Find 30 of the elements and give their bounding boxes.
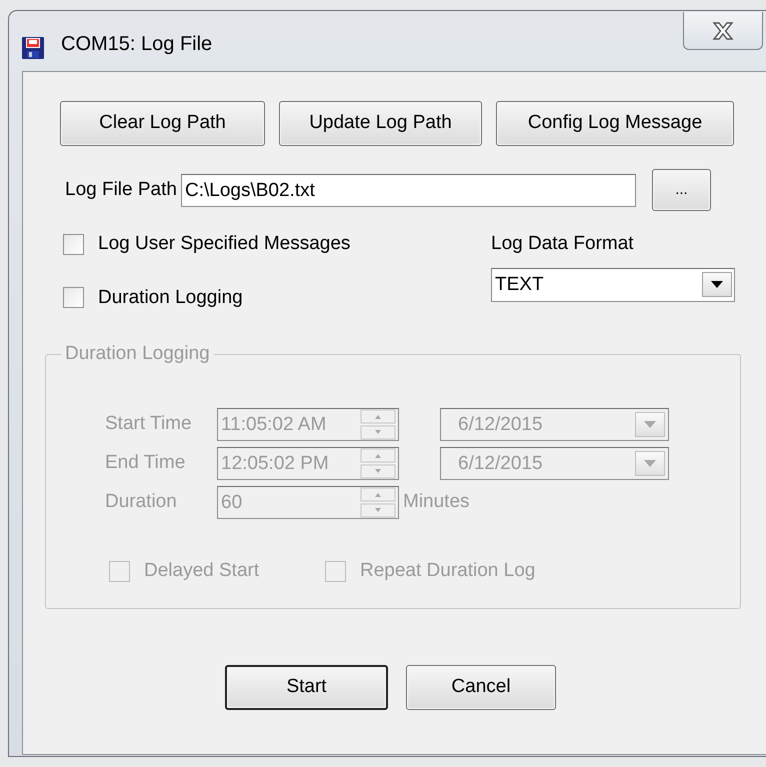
close-button[interactable] [683,12,763,50]
update-path-button[interactable]: Update Log Path [279,101,482,146]
spin-arrows-icon [360,409,396,440]
window-title: COM15: Log File [61,32,212,57]
field-label: Duration [105,490,178,514]
caret-icon [702,272,732,297]
caret-icon [635,451,665,476]
checkbox-label: Delayed Start [144,559,260,583]
format-label: Log Data Format [491,232,635,256]
clear-path-button[interactable]: Clear Log Path [60,101,265,146]
format-dropdown[interactable]: TEXT [491,268,735,302]
field-label: Start Time [105,412,193,436]
cancel-button[interactable]: Cancel [406,665,556,710]
checkbox[interactable] [63,234,84,255]
checkbox[interactable] [63,287,84,308]
start-button[interactable]: Start [225,665,388,710]
browse-button[interactable]: ... [652,169,711,211]
spin-arrows-icon [360,448,396,479]
group-title: Duration Logging [61,342,214,366]
config-message-button[interactable]: Config Log Message [496,101,734,146]
path-label: Log File Path [65,178,177,202]
checkbox-label: Repeat Duration Log [360,559,536,583]
checkbox-label: Duration Logging [98,286,243,310]
unit-label: Minutes [403,490,470,514]
checkbox-label: Log User Specified Messages [98,232,350,256]
caret-icon [635,412,665,437]
path-field[interactable]: C:\Logs\B02.txt [180,174,636,206]
field-label: End Time [105,451,186,476]
spin-arrows-icon [360,487,396,518]
close-icon [711,20,735,40]
